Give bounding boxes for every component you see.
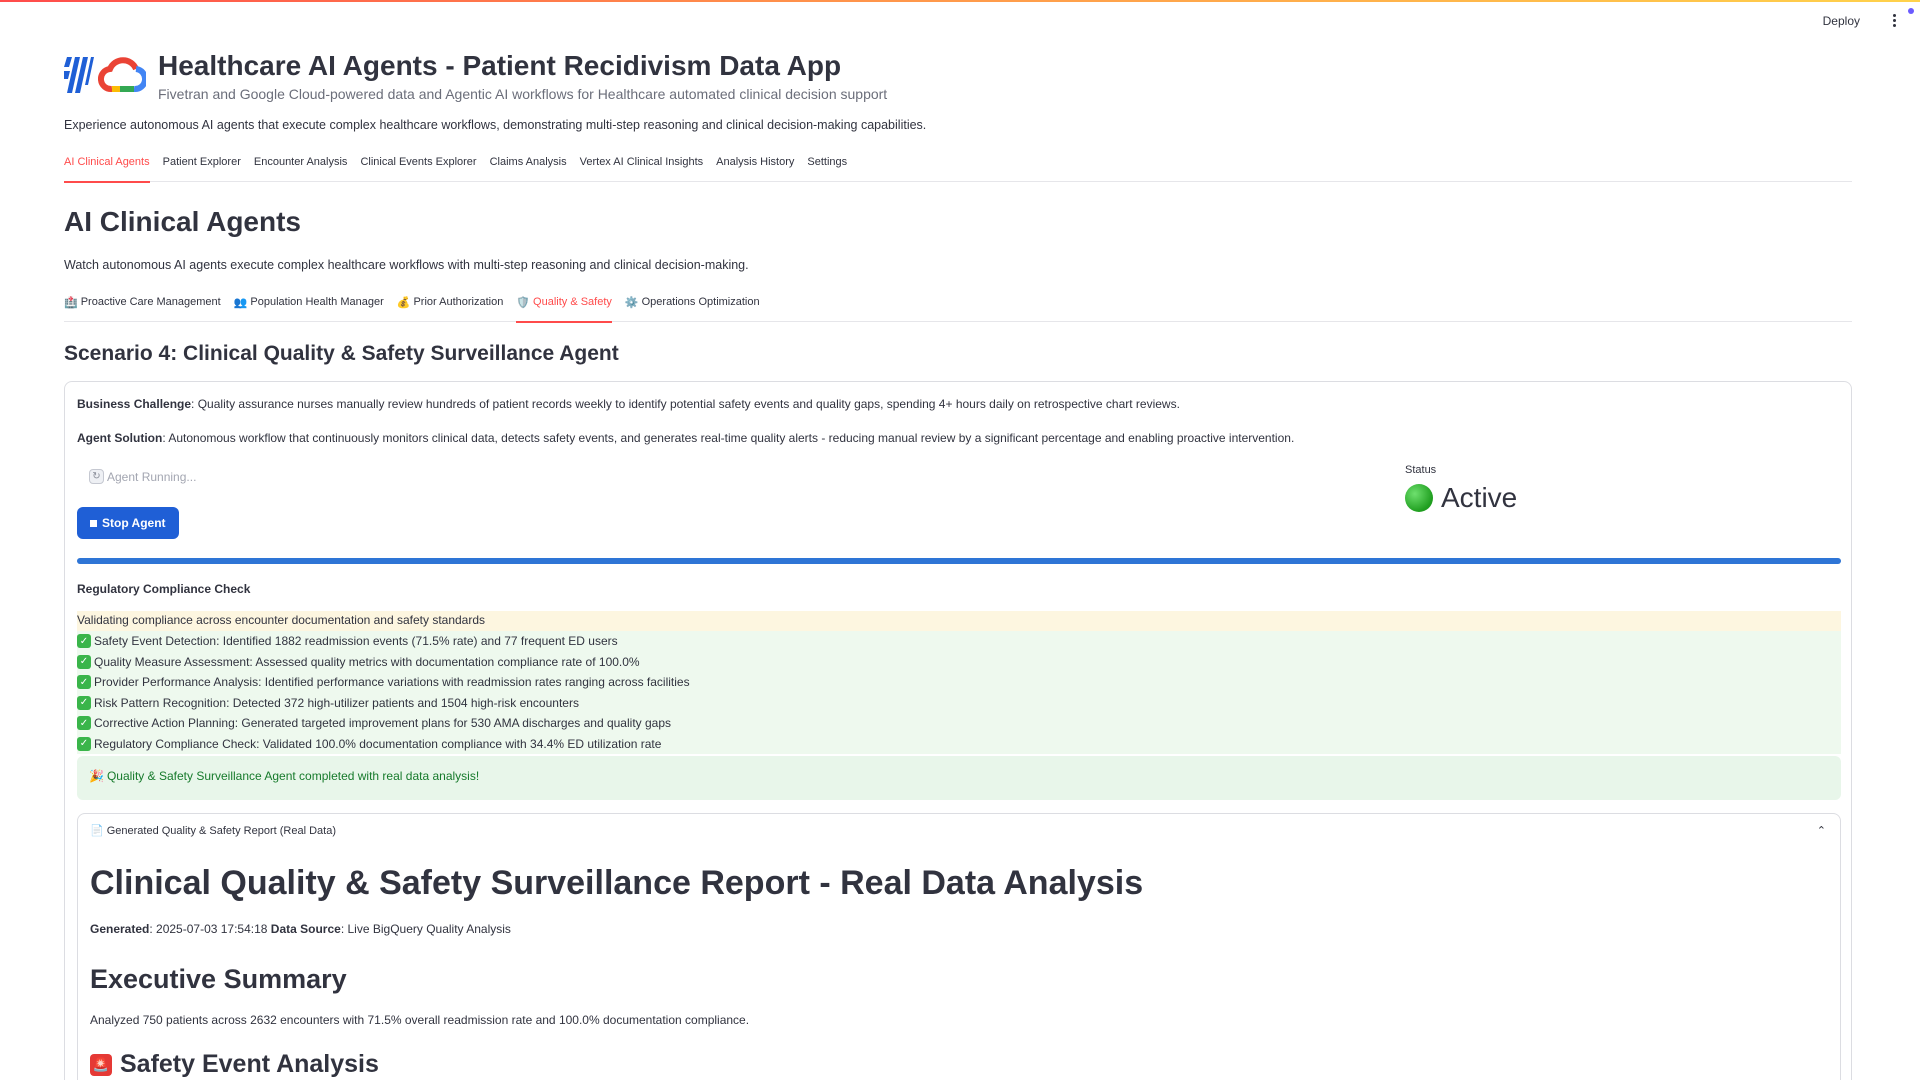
safety-event-heading-text: Safety Event Analysis (120, 1050, 379, 1078)
money-bag-icon: 💰 (396, 297, 411, 309)
working-status-message: Validating compliance across encounter d… (77, 611, 1841, 631)
step-text: Provider Performance Analysis: Identifie… (94, 675, 690, 690)
report-expander: 📄 Generated Quality & Safety Report (Rea… (77, 813, 1841, 1080)
check-icon: ✓ (77, 675, 91, 690)
app-title-block: Healthcare AI Agents - Patient Recidivis… (158, 49, 887, 102)
tab-settings[interactable]: Settings (807, 148, 847, 182)
report-title: Clinical Quality & Safety Surveillance R… (90, 864, 1144, 902)
list-item: ✓ Corrective Action Planning: Generated t… (77, 713, 1841, 734)
tab-claims-analysis[interactable]: Claims Analysis (490, 148, 567, 182)
list-item: ✓ Risk Pattern Recognition: Detected 372 … (77, 693, 1841, 714)
tab-patient-explorer[interactable]: Patient Explorer (163, 148, 241, 182)
chevron-up-icon[interactable]: ⌃ (1817, 824, 1826, 837)
solution-label: Agent Solution (77, 431, 163, 445)
agent-tab-bar: 🏥 Proactive Care Management 👥 Population… (64, 288, 1852, 323)
scenario-card: Business Challenge: Quality assurance nu… (64, 381, 1852, 1080)
step-text: Corrective Action Planning: Generated ta… (94, 716, 672, 731)
main-tab-bar: AI Clinical Agents Patient Explorer Enco… (64, 148, 1852, 183)
agent-progress-bar (77, 558, 1841, 564)
gear-icon: ⚙️ (624, 297, 639, 309)
hospital-icon: 🏥 (64, 297, 78, 309)
safety-event-heading: 🚨 Safety Event Analysis (90, 1050, 379, 1079)
subtab-operations-optimization[interactable]: ⚙️ Operations Optimization (625, 288, 760, 322)
tab-ai-clinical-agents[interactable]: AI Clinical Agents (64, 148, 150, 183)
report-expander-header[interactable]: 📄 Generated Quality & Safety Report (Rea… (90, 824, 336, 838)
app-intro: Experience autonomous AI agents that exe… (64, 118, 927, 132)
data-source-value: : Live BigQuery Quality Analysis (340, 922, 511, 936)
step-text: Risk Pattern Recognition: Detected 372 h… (94, 695, 579, 710)
status-label: Status (1405, 464, 1437, 476)
report-meta: Generated: 2025-07-03 17:54:18 Data Sour… (90, 922, 511, 936)
section-title: AI Clinical Agents (64, 206, 302, 237)
completion-text: Quality & Safety Surveillance Agent comp… (106, 769, 480, 783)
subtab-label: Population Health Manager (250, 296, 384, 308)
party-popper-icon: 🎉 (89, 769, 104, 783)
executive-summary-heading: Executive Summary (90, 964, 347, 994)
scenario-title: Scenario 4: Clinical Quality & Safety Su… (64, 342, 619, 365)
agent-solution: Agent Solution: Autonomous workflow that… (77, 431, 1294, 445)
completion-message: 🎉 Quality & Safety Surveillance Agent co… (77, 756, 1841, 800)
check-icon: ✓ (77, 634, 91, 649)
document-icon: 📄 (90, 825, 104, 837)
check-icon: ✓ (77, 695, 91, 710)
executive-summary-text: Analyzed 750 patients across 2632 encoun… (90, 1013, 750, 1027)
main-menu-icon[interactable] (1884, 10, 1904, 30)
check-icon: ✓ (77, 716, 91, 731)
stop-icon (90, 519, 97, 527)
refresh-icon: ↻ (89, 469, 104, 484)
agent-running-indicator: ↻ Agent Running... (89, 469, 196, 484)
fivetran-logo-icon (64, 57, 94, 93)
people-icon: 👥 (233, 297, 248, 309)
list-item: ✓ Quality Measure Assessment: Assessed qu… (77, 652, 1841, 673)
step-text: Regulatory Compliance Check: Validated 1… (94, 736, 662, 751)
subtab-prior-authorization[interactable]: 💰 Prior Authorization (397, 288, 504, 322)
current-step-title: Regulatory Compliance Check (77, 582, 251, 596)
section-description: Watch autonomous AI agents execute compl… (64, 258, 749, 272)
shield-icon: 🛡️ (516, 297, 531, 309)
green-circle-icon (1405, 484, 1433, 512)
tab-analysis-history[interactable]: Analysis History (716, 148, 794, 182)
agent-running-label: Agent Running... (107, 469, 197, 484)
running-indicator-icon (1908, 8, 1914, 14)
app-title: Healthcare AI Agents - Patient Recidivis… (158, 49, 842, 81)
status-metric: Active (1405, 482, 1517, 514)
app-header: Healthcare AI Agents - Patient Recidivis… (64, 49, 887, 102)
subtab-proactive-care-management[interactable]: 🏥 Proactive Care Management (64, 288, 221, 322)
stop-agent-label: Stop Agent (102, 516, 166, 530)
subtab-population-health-manager[interactable]: 👥 Population Health Manager (234, 288, 384, 322)
deploy-button[interactable]: Deploy (1815, 10, 1868, 32)
list-item: ✓ Provider Performance Analysis: Identifi… (77, 672, 1841, 693)
google-cloud-logo-icon (98, 57, 146, 93)
step-text: Safety Event Detection: Identified 1882 … (94, 634, 618, 649)
check-icon: ✓ (77, 736, 91, 751)
list-item: ✓ Regulatory Compliance Check: Validated … (77, 734, 1841, 755)
siren-icon: 🚨 (90, 1053, 112, 1076)
subtab-quality-safety[interactable]: 🛡️ Quality & Safety (516, 288, 612, 323)
list-item: ✓ Safety Event Detection: Identified 1882… (77, 631, 1841, 652)
stop-agent-button[interactable]: Stop Agent (77, 507, 179, 539)
generated-label: Generated (90, 922, 150, 936)
generated-value: : 2025-07-03 17:54:18 (149, 922, 271, 936)
status-value: Active (1441, 482, 1518, 513)
challenge-text: : Quality assurance nurses manually revi… (191, 397, 1180, 411)
agent-progress-fill (77, 558, 1841, 564)
check-icon: ✓ (77, 654, 91, 669)
report-expander-label: Generated Quality & Safety Report (Real … (106, 824, 336, 837)
solution-text: : Autonomous workflow that continuously … (162, 431, 1295, 445)
tab-encounter-analysis[interactable]: Encounter Analysis (254, 148, 348, 182)
tab-clinical-events-explorer[interactable]: Clinical Events Explorer (360, 148, 476, 182)
subtab-label: Operations Optimization (641, 296, 760, 308)
app-subtitle: Fivetran and Google Cloud-powered data a… (158, 85, 888, 102)
challenge-label: Business Challenge (77, 397, 192, 411)
subtab-label: Proactive Care Management (80, 296, 221, 308)
data-source-label: Data Source (270, 922, 341, 936)
step-text: Quality Measure Assessment: Assessed qua… (94, 654, 640, 669)
tab-vertex-ai-clinical-insights[interactable]: Vertex AI Clinical Insights (580, 148, 704, 182)
top-toolbar: Deploy (0, 2, 1920, 36)
business-challenge: Business Challenge: Quality assurance nu… (77, 397, 1180, 411)
subtab-label: Prior Authorization (413, 296, 504, 308)
completed-steps-list: ✓ Safety Event Detection: Identified 1882… (77, 631, 1841, 754)
subtab-label: Quality & Safety (533, 296, 612, 308)
